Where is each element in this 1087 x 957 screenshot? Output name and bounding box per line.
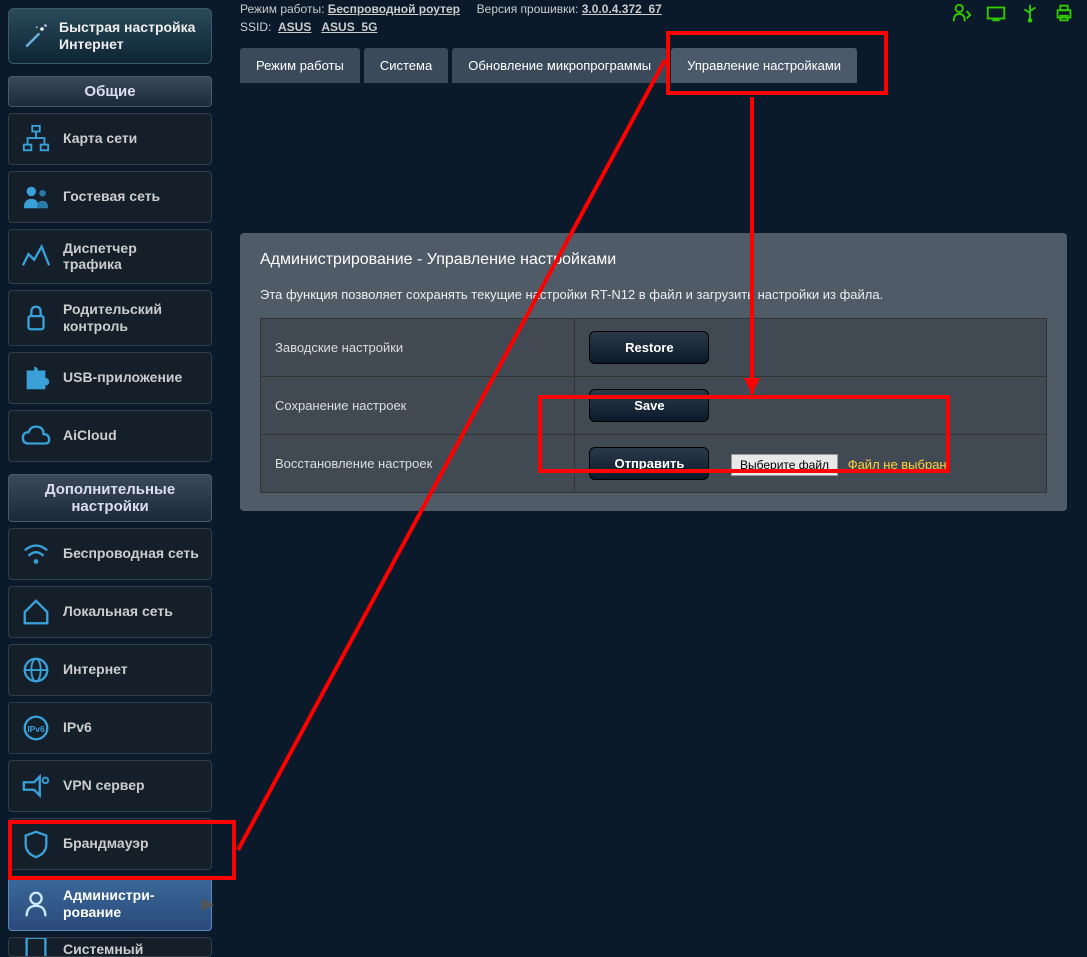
status-ssid1-link[interactable]: ASUS [278,20,311,34]
row-factory-label: Заводские настройки [261,319,575,377]
wand-icon [21,22,49,50]
sidebar-item-ipv6[interactable]: IPv6 IPv6 [8,702,212,754]
home-icon [21,597,51,627]
log-icon [21,937,51,957]
sidebar-item-administration[interactable]: Администри-рование [8,876,212,932]
sidebar-item-vpn[interactable]: VPN сервер [8,760,212,812]
upload-button[interactable]: Отправить [589,447,709,480]
logout-icon[interactable] [951,2,973,24]
svg-text:IPv6: IPv6 [27,724,45,734]
choose-file-button[interactable]: Выберите файл [731,454,838,476]
status-line-2: SSID: ASUS ASUS_5G [240,18,1067,36]
usb-icon[interactable] [1019,2,1041,24]
sidebar-item-firewall[interactable]: Брандмауэр [8,818,212,870]
content-panel: Администрирование - Управление настройка… [240,233,1067,511]
wifi-icon [21,539,51,569]
reboot-icon[interactable] [985,2,1007,24]
quick-internet-setup[interactable]: Быстрая настройка Интернет [8,8,212,64]
menu-header-general: Общие [8,76,212,107]
network-icon [21,124,51,154]
restore-button[interactable]: Restore [589,331,709,364]
sidebar-item-networkmap[interactable]: Карта сети [8,113,212,165]
lock-icon [21,303,51,333]
status-opmode-link[interactable]: Беспроводной роутер [328,2,460,16]
status-fw-link[interactable]: 3.0.0.4.372_67 [582,2,662,16]
sidebar-item-aicloud[interactable]: AiCloud [8,410,212,462]
sidebar-item-traffic[interactable]: Диспетчер трафика [8,229,212,285]
sidebar-item-wireless[interactable]: Беспроводная сеть [8,528,212,580]
tab-settings-mgmt[interactable]: Управление настройками [671,48,857,83]
sidebar-item-parental[interactable]: Родительский контроль [8,290,212,346]
guest-icon [21,182,51,212]
shield-icon [21,829,51,859]
file-status-text: Файл не выбран [848,457,947,472]
ipv6-icon: IPv6 [21,713,51,743]
content-title: Администрирование - Управление настройка… [260,251,1047,269]
menu-header-advanced: Дополнительные настройки [8,474,212,522]
sidebar-item-guestnet[interactable]: Гостевая сеть [8,171,212,223]
tab-opmode[interactable]: Режим работы [240,48,360,83]
save-button[interactable]: Save [589,389,709,422]
tab-system[interactable]: Система [364,48,448,83]
globe-icon [21,655,51,685]
status-ssid2-link[interactable]: ASUS_5G [321,20,377,34]
sidebar-item-usb[interactable]: USB-приложение [8,352,212,404]
puzzle-icon [21,363,51,393]
row-restore-label: Восстановление настроек [261,435,575,493]
tab-firmware[interactable]: Обновление микропрограммы [452,48,667,83]
content-desc: Эта функция позволяет сохранять текущие … [260,287,1047,302]
sidebar-item-lan[interactable]: Локальная сеть [8,586,212,638]
vpn-icon [21,771,51,801]
cloud-icon [21,421,51,451]
printer-icon[interactable] [1053,2,1075,24]
traffic-icon [21,241,51,271]
sidebar-item-wan[interactable]: Интернет [8,644,212,696]
status-line-1: Режим работы: Беспроводной роутер Версия… [240,0,1067,18]
admin-icon [21,889,51,919]
row-save-label: Сохранение настроек [261,377,575,435]
sidebar-item-syslog[interactable]: Системный [8,937,212,957]
